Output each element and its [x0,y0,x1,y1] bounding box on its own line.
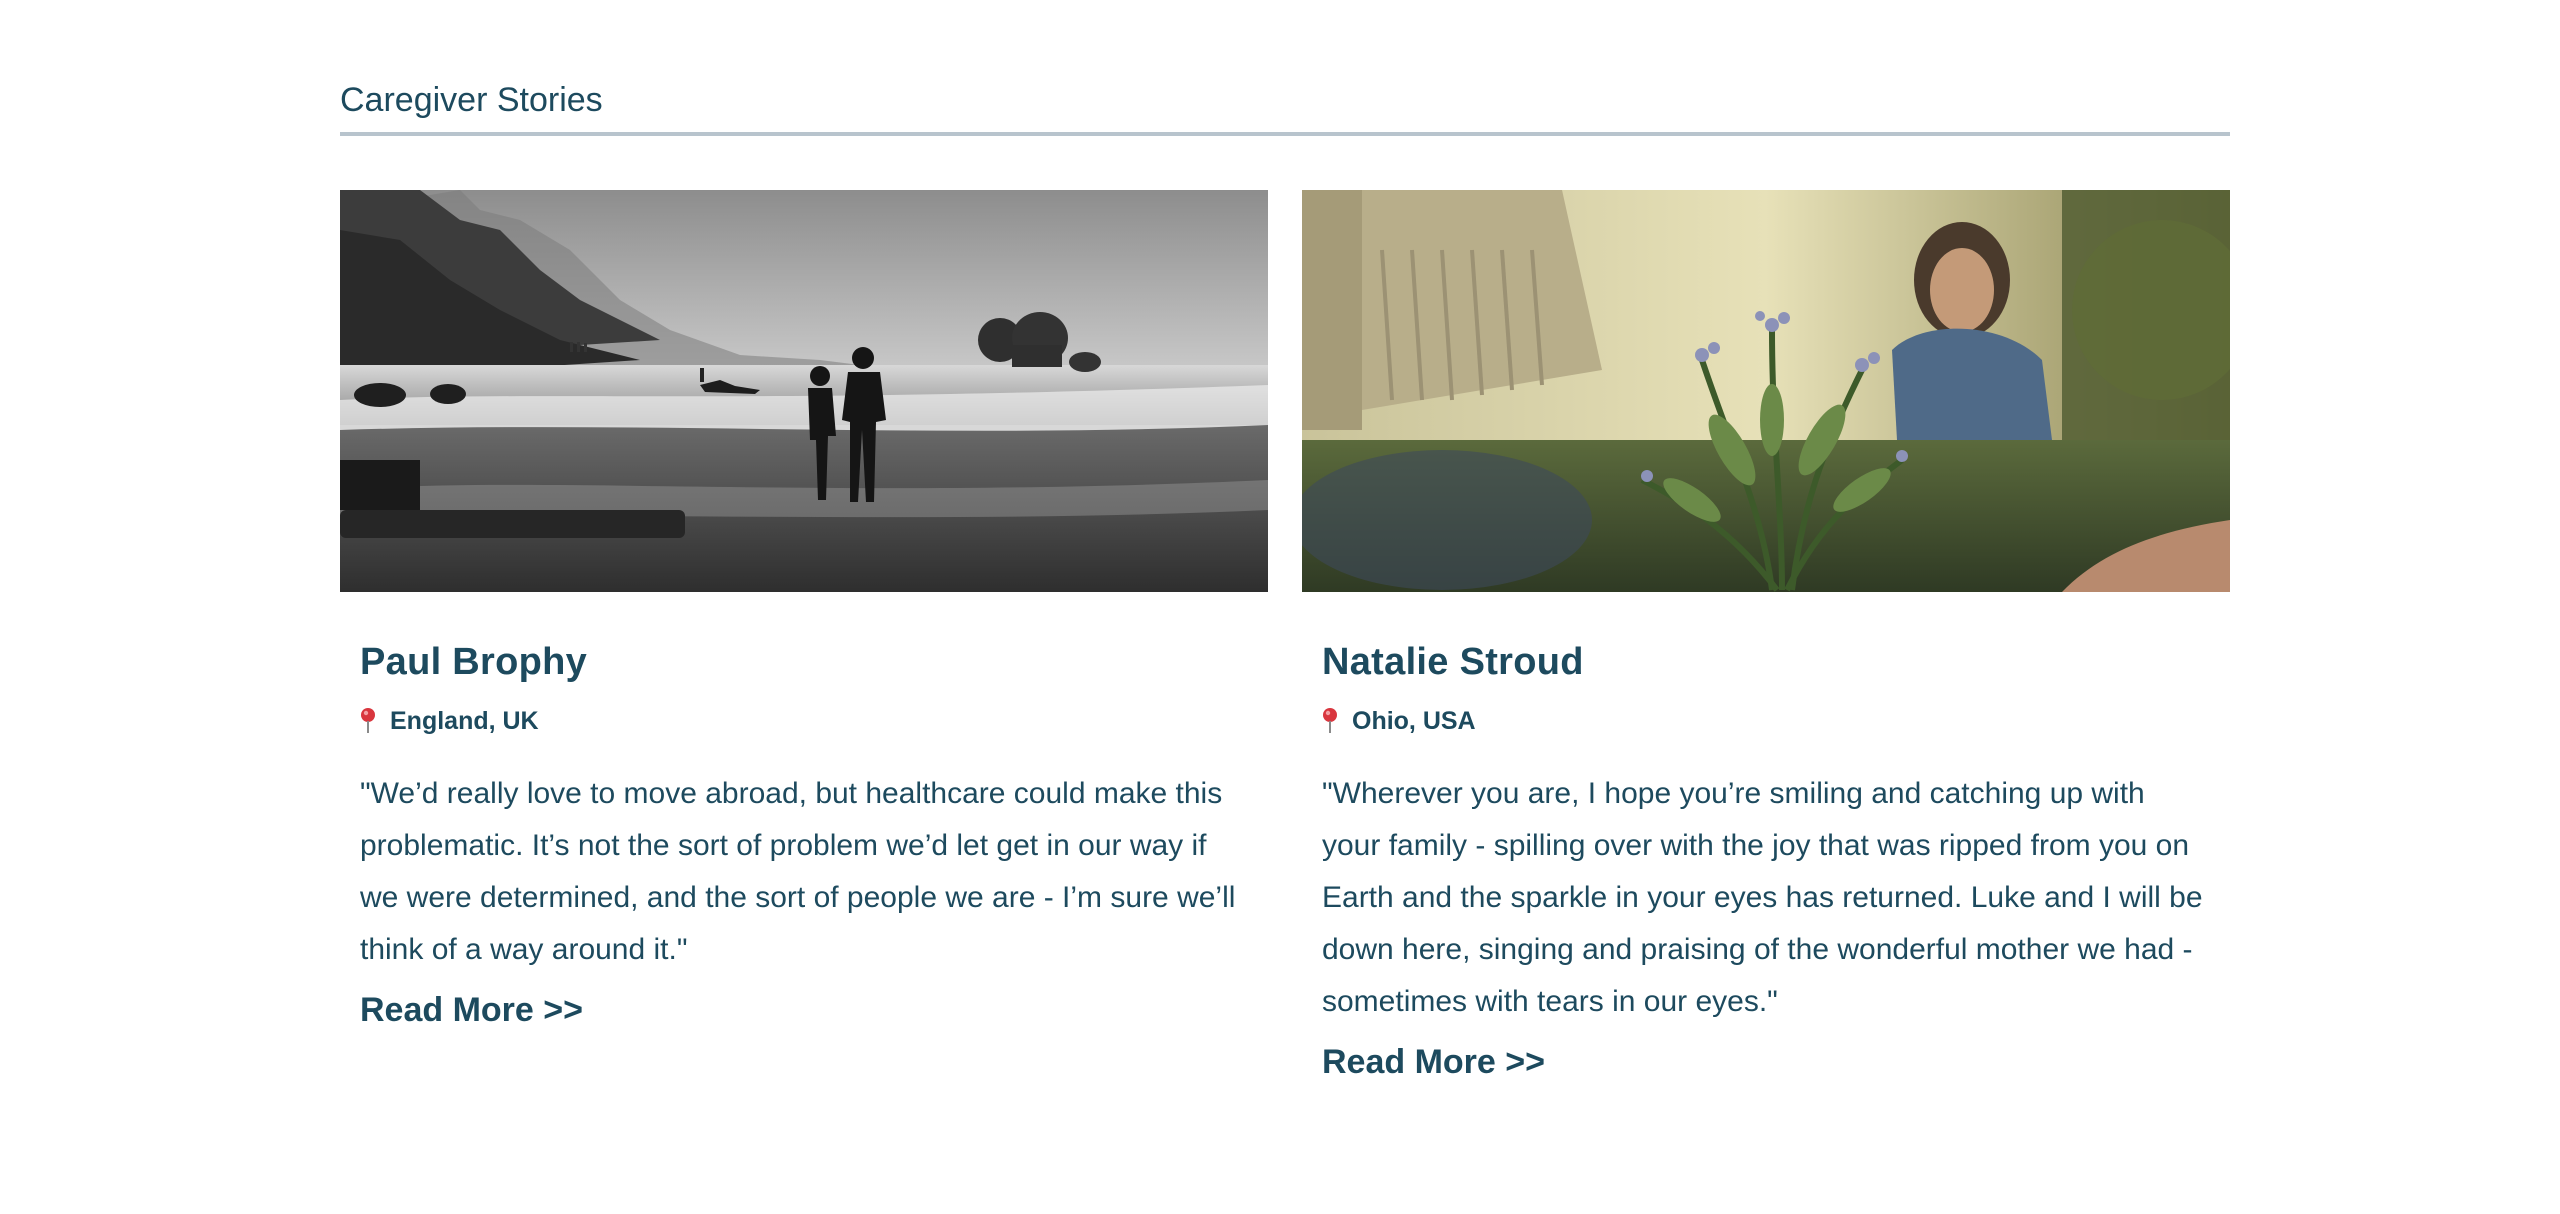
story-photo-garden[interactable] [1302,190,2230,592]
story-photo-beach[interactable] [340,190,1268,592]
read-more-link[interactable]: Read More >> [360,990,583,1030]
story-name: Natalie Stroud [1322,641,1584,683]
story-quote: "Wherever you are, I hope you’re smiling… [1322,777,2203,1018]
story-location-label: England, UK [390,707,539,735]
section-title: Caregiver Stories [340,81,603,119]
story-location: England, UK [360,706,1248,736]
story-quote: "We’d really love to move abroad, but he… [360,777,1236,966]
story-card-natalie-stroud: Natalie Stroud Ohio, USA "Wherever you a… [1302,190,2230,1082]
story-location: Ohio, USA [1322,706,2210,736]
story-name: Paul Brophy [360,641,588,683]
section-header: Caregiver Stories [340,76,2230,136]
map-pin-icon [360,708,376,734]
story-card-paul-brophy: Paul Brophy England, UK "We’d really lov… [340,190,1268,1030]
story-location-label: Ohio, USA [1352,707,1476,735]
map-pin-icon [1322,708,1338,734]
read-more-link[interactable]: Read More >> [1322,1042,1545,1082]
